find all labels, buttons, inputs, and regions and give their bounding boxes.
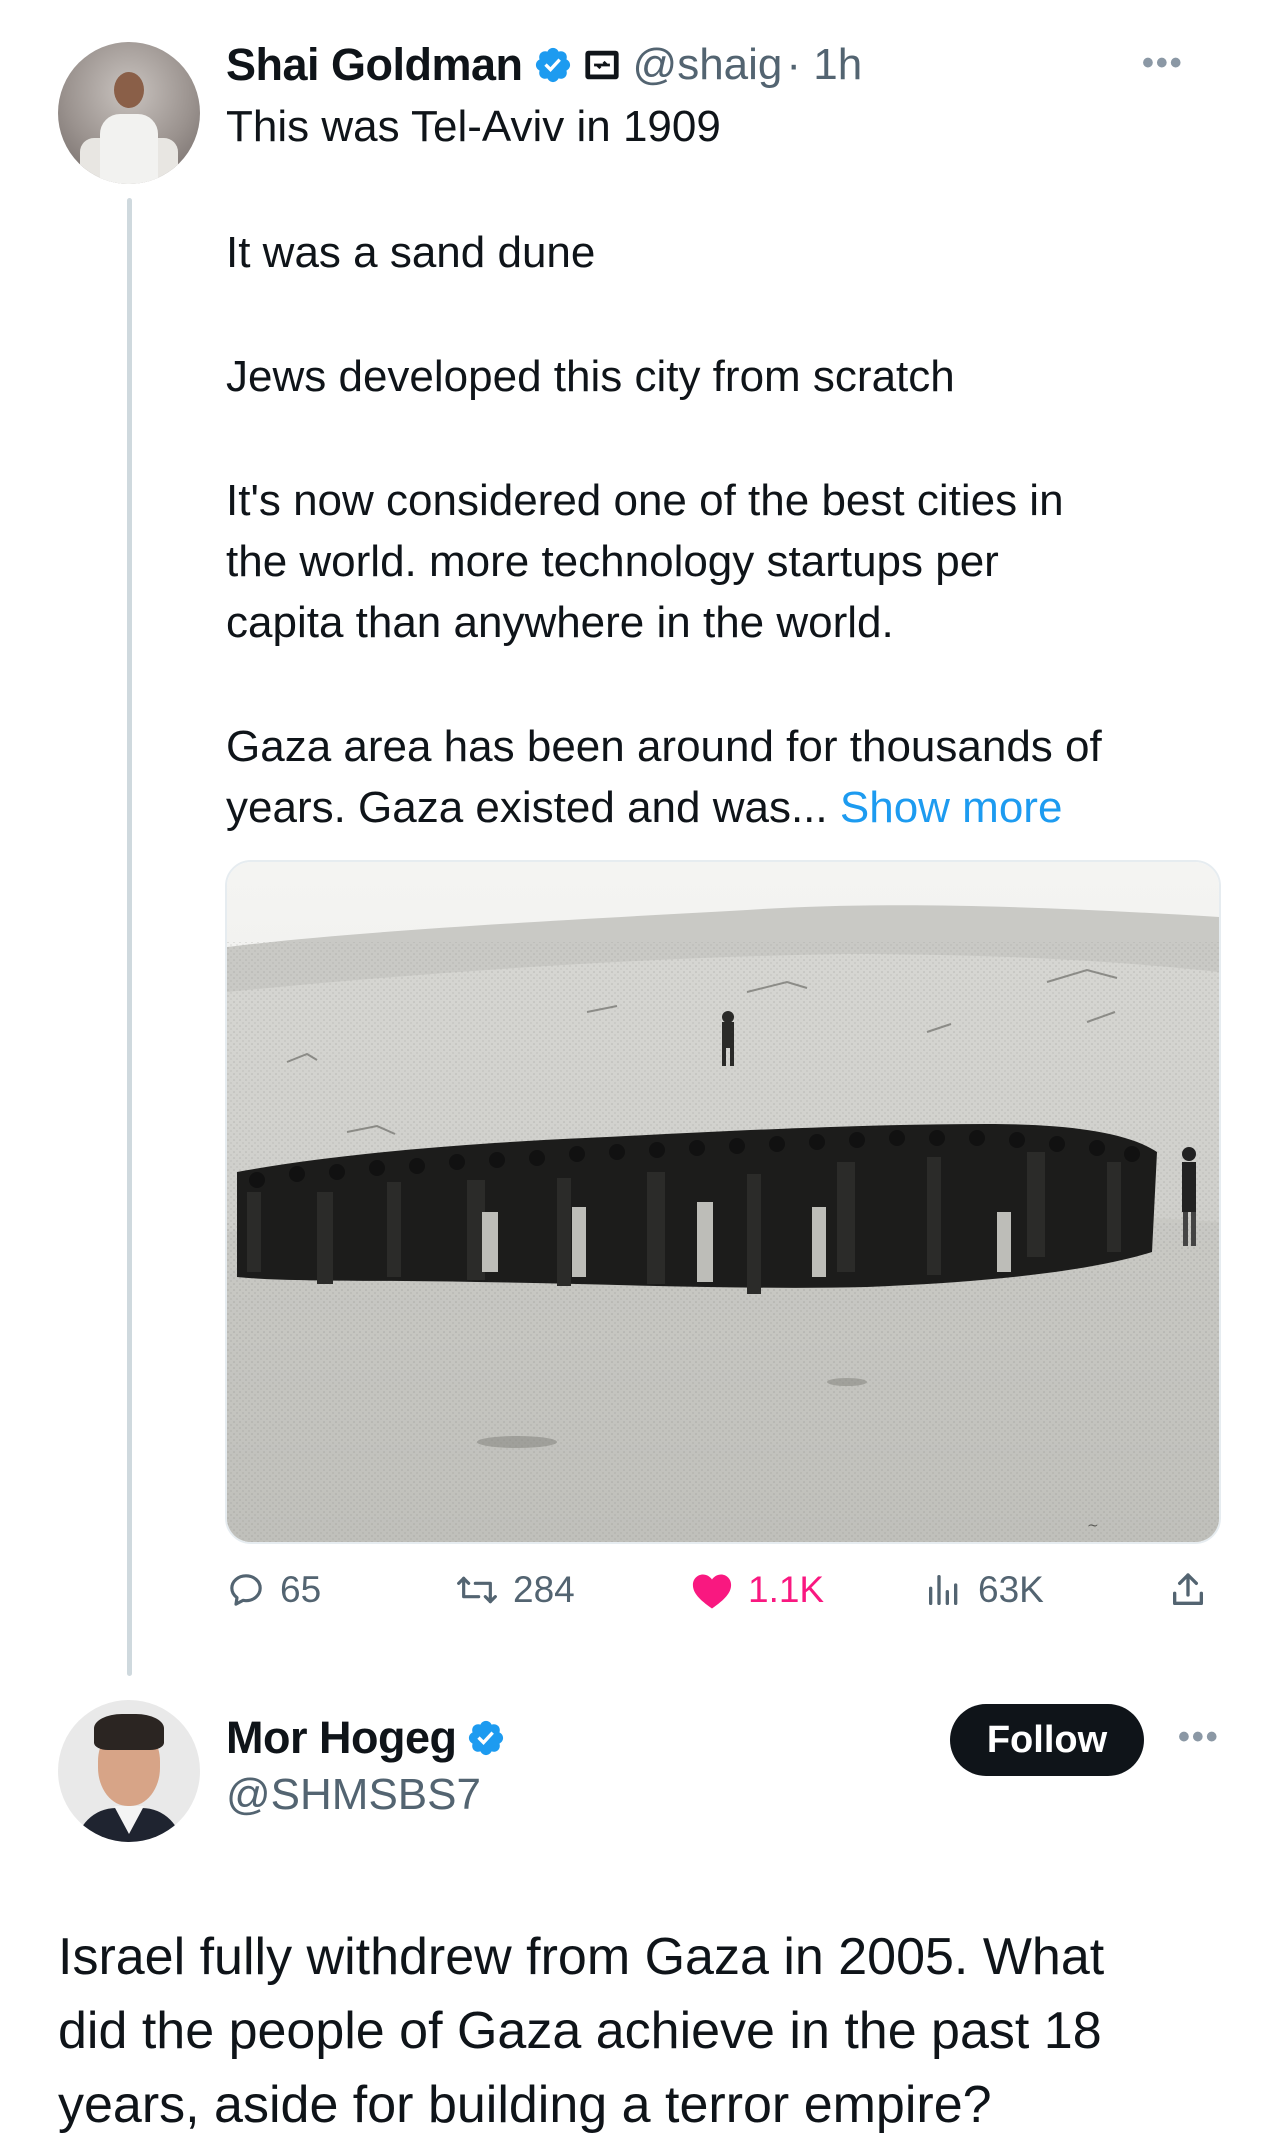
reply-author-row: Mor Hogeg bbox=[226, 1708, 506, 1768]
author-handle[interactable]: @shaig bbox=[633, 40, 783, 90]
like-count: 1.1K bbox=[748, 1569, 825, 1610]
author-avatar[interactable] bbox=[58, 42, 200, 184]
tweet-author-row: Shai Goldman @shaig · 1h bbox=[226, 36, 862, 94]
sand-dune-crowd-photo: ~ bbox=[227, 862, 1219, 1542]
more-options-icon[interactable]: ••• bbox=[1178, 1718, 1220, 1757]
tweet-text-line: This was Tel-Aviv in 1909 bbox=[226, 102, 721, 151]
reply-text-line: did the people of Gaza achieve in the pa… bbox=[58, 2002, 1102, 2060]
views-chart-icon bbox=[929, 1575, 958, 1605]
tweet-text-line: Jews developed this city from scratch bbox=[226, 352, 955, 401]
tweet-text-line: capita than anywhere in the world. bbox=[226, 598, 894, 647]
reply-text-line: Israel fully withdrew from Gaza in 2005.… bbox=[58, 1928, 1105, 1986]
reply-icon bbox=[230, 1574, 262, 1606]
author-name[interactable]: Shai Goldman bbox=[226, 39, 523, 91]
tweet-text-line: Gaza area has been around for thousands … bbox=[226, 722, 1102, 771]
reply-text: Israel fully withdrew from Gaza in 2005.… bbox=[58, 1920, 1248, 2142]
heart-filled-icon bbox=[692, 1574, 732, 1609]
tweet-text-line: It's now considered one of the best citi… bbox=[226, 476, 1064, 525]
like-button[interactable]: 1.1K bbox=[690, 1560, 824, 1620]
tweet-text-line: years. Gaza existed and was... Show more bbox=[226, 777, 1226, 838]
share-button[interactable] bbox=[1168, 1560, 1222, 1620]
reply-text-line: years, aside for building a terror empir… bbox=[58, 2076, 992, 2134]
verified-badge-icon bbox=[469, 1720, 504, 1756]
reply-count: 65 bbox=[280, 1569, 322, 1610]
tweet-timestamp[interactable]: · 1h bbox=[786, 40, 862, 90]
tweet-photo[interactable]: ~ bbox=[225, 860, 1221, 1544]
reply-author-name[interactable]: Mor Hogeg bbox=[226, 1712, 457, 1764]
more-options-icon[interactable]: ••• bbox=[1142, 44, 1184, 83]
views-button[interactable]: 63K bbox=[924, 1560, 1044, 1620]
reply-author-handle[interactable]: @SHMSBS7 bbox=[226, 1770, 481, 1820]
tweet-text-line: the world. more technology startups per bbox=[226, 537, 999, 586]
views-count: 63K bbox=[978, 1569, 1044, 1610]
show-more-link[interactable]: Show more bbox=[840, 783, 1063, 832]
reply-author-avatar[interactable] bbox=[58, 1700, 200, 1842]
retweet-button[interactable]: 284 bbox=[455, 1560, 575, 1620]
tweet-text-line: It was a sand dune bbox=[226, 228, 596, 277]
share-icon bbox=[1173, 1573, 1203, 1605]
affiliate-badge-icon bbox=[584, 50, 619, 80]
verified-badge-icon bbox=[535, 47, 570, 83]
tweet-text-truncated: years. Gaza existed and was... bbox=[226, 783, 828, 832]
reply-button[interactable]: 65 bbox=[226, 1560, 321, 1620]
retweet-icon bbox=[457, 1576, 497, 1604]
thread-connector-line bbox=[127, 198, 132, 1676]
follow-button[interactable]: Follow bbox=[950, 1704, 1144, 1776]
retweet-count: 284 bbox=[513, 1569, 575, 1610]
svg-text:~: ~ bbox=[1087, 1518, 1099, 1534]
